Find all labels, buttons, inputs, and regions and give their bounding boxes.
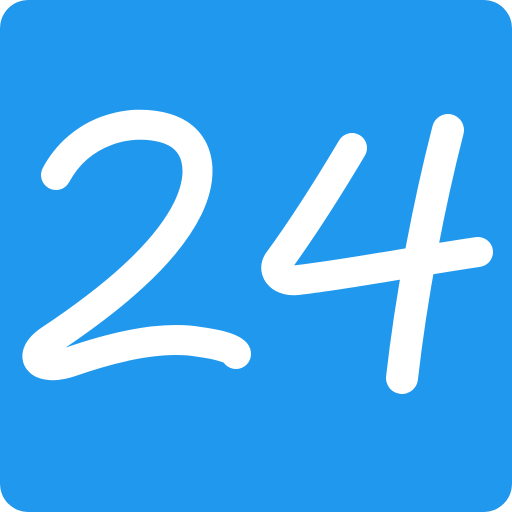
- app-logo-tile: [0, 0, 512, 512]
- logo-24-mark: [0, 0, 512, 512]
